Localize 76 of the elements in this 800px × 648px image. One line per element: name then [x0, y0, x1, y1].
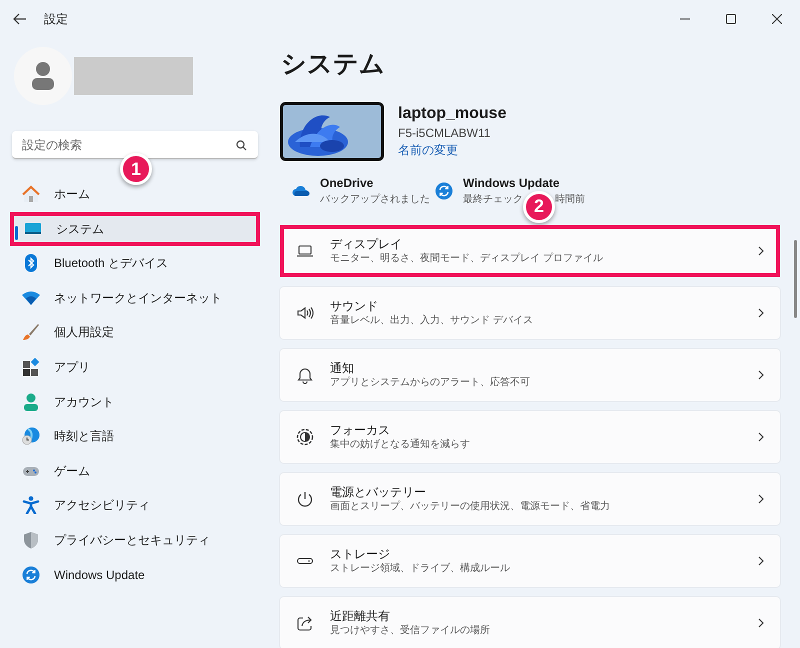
settings-card[interactable]: ディスプレイ モニター、明るさ、夜間モード、ディスプレイ プロファイル — [280, 224, 780, 276]
share-icon — [296, 614, 314, 632]
back-arrow-icon — [13, 13, 27, 25]
wifi-icon — [22, 288, 40, 307]
step-badge: 2 — [523, 190, 555, 222]
nav-item[interactable]: 時刻と言語 — [12, 419, 258, 454]
card-description: 見つけやすさ、受信ファイルの場所 — [330, 624, 491, 638]
nav-item[interactable]: アクセシビリティ — [12, 488, 258, 522]
person-icon — [22, 392, 40, 411]
settings-card[interactable]: 近距離共有 見つけやすさ、受信ファイルの場所 — [280, 596, 780, 648]
card-description: ストレージ領域、ドライブ、構成ルール — [330, 562, 511, 576]
card-description: 画面とスリープ、バッテリーの使用状況、電源モード、省電力 — [330, 500, 611, 514]
search-icon — [236, 140, 247, 151]
nav-item[interactable]: システム — [10, 212, 260, 246]
nav-item[interactable]: アカウント — [12, 384, 258, 419]
person-icon — [31, 61, 55, 91]
nav-item[interactable]: プライバシーとセキュリティ — [12, 522, 258, 557]
card-title: 近距離共有 — [330, 608, 391, 624]
settings-card[interactable]: ストレージ ストレージ領域、ドライブ、構成ルール — [280, 534, 780, 586]
rename-link[interactable]: 名前の変更 — [398, 142, 506, 159]
card-title: サウンド — [330, 298, 379, 314]
home-icon — [22, 185, 40, 203]
card-title: ディスプレイ — [330, 236, 403, 252]
card-description: 音量レベル、出力、入力、サウンド デバイス — [330, 314, 534, 328]
scrollbar[interactable] — [794, 240, 797, 318]
chevron-right-icon — [758, 556, 764, 566]
chevron-right-icon — [758, 370, 764, 380]
minimize-icon — [680, 18, 690, 20]
accessibility-icon — [22, 496, 40, 514]
chevron-right-icon — [758, 308, 764, 318]
card-description: 集中の妨げとなる通知を減らす — [330, 438, 471, 452]
settings-card[interactable]: 電源とバッテリー 画面とスリープ、バッテリーの使用状況、電源モード、省電力 — [280, 472, 780, 524]
shield-icon — [22, 530, 40, 549]
chevron-right-icon — [758, 246, 764, 256]
sync-icon — [22, 566, 40, 584]
card-description: モニター、明るさ、夜間モード、ディスプレイ プロファイル — [330, 252, 604, 266]
device-model: F5-i5CMLABW11 — [398, 125, 492, 142]
card-title: フォーカス — [330, 422, 391, 438]
chevron-right-icon — [758, 432, 764, 442]
card-title: 通知 — [330, 360, 355, 376]
globe-clock-icon — [22, 427, 40, 446]
search-field[interactable]: 設定の検索 — [12, 131, 258, 159]
page-title: システム — [281, 49, 386, 80]
chevron-right-icon — [758, 494, 764, 504]
settings-card[interactable]: フォーカス 集中の妨げとなる通知を減らす — [280, 410, 780, 462]
power-icon — [296, 490, 314, 508]
window-title: 設定 — [44, 11, 68, 28]
settings-card[interactable]: 通知 アプリとシステムからのアラート、応答不可 — [280, 348, 780, 400]
maximize-icon — [726, 14, 736, 24]
close-icon — [772, 14, 782, 24]
bluetooth-icon — [22, 254, 40, 272]
paintbrush-icon — [22, 323, 40, 342]
nav-item[interactable]: ネットワークとインターネット — [12, 280, 258, 315]
chevron-right-icon — [758, 618, 764, 628]
card-title: ストレージ — [330, 546, 391, 562]
sync-icon — [435, 182, 453, 200]
bell-icon — [296, 366, 314, 384]
nav-item[interactable]: アプリ — [12, 350, 258, 384]
card-title: 電源とバッテリー — [330, 484, 427, 500]
card-description: アプリとシステムからのアラート、応答不可 — [330, 376, 531, 390]
status-subtitle: バックアップされました — [320, 192, 430, 207]
step-badge: 1 — [120, 153, 152, 185]
nav-item[interactable]: Bluetooth とデバイス — [12, 246, 258, 280]
focus-icon — [296, 428, 314, 446]
nav-item[interactable]: 個人用設定 — [12, 315, 258, 350]
status-title: Windows Update — [463, 174, 561, 192]
settings-card[interactable]: サウンド 音量レベル、出力、入力、サウンド デバイス — [280, 286, 780, 338]
storage-drive-icon — [296, 558, 314, 564]
selection-indicator — [15, 226, 18, 240]
device-name: laptop_mouse — [398, 104, 506, 124]
status-subtitle: 最終チェック — [463, 193, 523, 207]
status-subtitle: 時間前 — [555, 192, 585, 207]
apps-icon — [22, 358, 40, 376]
status-title: OneDrive — [320, 174, 374, 192]
nav-item[interactable]: Windows Update — [12, 558, 258, 592]
nav-item[interactable]: ゲーム — [12, 454, 258, 488]
